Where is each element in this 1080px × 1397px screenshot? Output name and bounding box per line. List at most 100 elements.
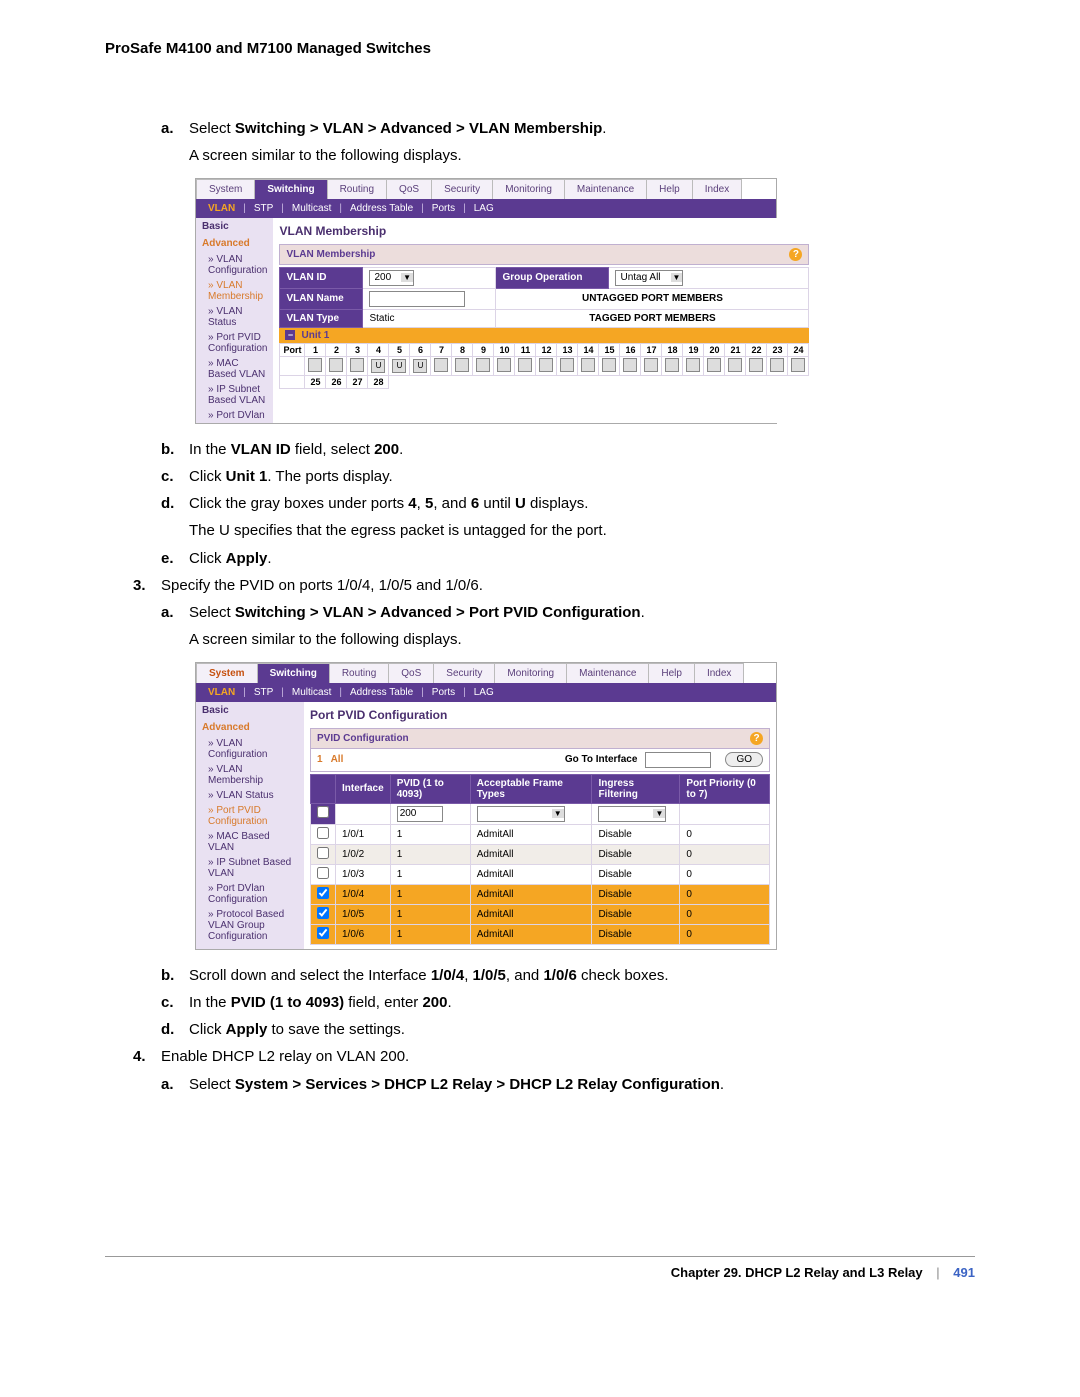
go-button[interactable]: GO	[725, 752, 763, 767]
tab-help[interactable]: Help	[648, 663, 695, 683]
subnav-lag[interactable]: LAG	[474, 203, 494, 214]
port-box-2[interactable]	[329, 358, 343, 372]
subnav-lag[interactable]: LAG	[474, 687, 494, 698]
vlan-id-select[interactable]: 200▼	[369, 270, 414, 286]
sidebar-group-advanced[interactable]: Advanced	[196, 719, 304, 736]
tab-qos[interactable]: QoS	[388, 663, 434, 683]
sidebar-group-basic[interactable]: Basic	[196, 218, 273, 235]
sidebar-group-basic[interactable]: Basic	[196, 702, 304, 719]
subnav-address-table[interactable]: Address Table	[350, 203, 413, 214]
goto-interface-input[interactable]	[645, 752, 711, 768]
subnav-vlan[interactable]: VLAN	[208, 203, 235, 214]
pvid-input[interactable]	[397, 806, 443, 822]
port-box-20[interactable]	[707, 358, 721, 372]
row-checkbox[interactable]	[317, 927, 329, 939]
panel-title: VLAN Membership	[279, 224, 809, 238]
subnav-multicast[interactable]: Multicast	[292, 687, 331, 698]
row-checkbox[interactable]	[317, 887, 329, 899]
subnav-stp[interactable]: STP	[254, 687, 273, 698]
document-header: ProSafe M4100 and M7100 Managed Switches	[105, 40, 975, 57]
tagged-members-band[interactable]: TAGGED PORT MEMBERS	[496, 309, 809, 327]
filter-all[interactable]: All	[331, 754, 344, 765]
tab-qos[interactable]: QoS	[386, 179, 432, 199]
row-checkbox[interactable]	[317, 847, 329, 859]
tab-index[interactable]: Index	[692, 179, 742, 199]
port-box-3[interactable]	[350, 358, 364, 372]
port-box-12[interactable]	[539, 358, 553, 372]
port-box-24[interactable]	[791, 358, 805, 372]
port-box-19[interactable]	[686, 358, 700, 372]
tab-switching[interactable]: Switching	[254, 179, 327, 199]
subnav-stp[interactable]: STP	[254, 203, 273, 214]
sidebar-item-ip-subnet-based-vlan[interactable]: » IP Subnet Based VLAN	[196, 855, 304, 881]
row-checkbox[interactable]	[317, 867, 329, 879]
cell-pvid: 1	[390, 884, 470, 904]
help-icon[interactable]: ?	[750, 732, 763, 745]
tab-routing[interactable]: Routing	[327, 179, 387, 199]
sidebar-item-ip-subnet-based-vlan[interactable]: » IP Subnet Based VLAN	[196, 382, 273, 408]
sidebar-item-vlan-membership[interactable]: » VLAN Membership	[196, 762, 304, 788]
port-box-13[interactable]	[560, 358, 574, 372]
unit-label[interactable]: Unit 1	[301, 330, 329, 341]
sidebar-group-advanced[interactable]: Advanced	[196, 235, 273, 252]
port-box-17[interactable]	[644, 358, 658, 372]
sidebar-item-protocol-based-vlan-group-configuration[interactable]: » Protocol Based VLAN Group Configuratio…	[196, 907, 304, 944]
subnav-ports[interactable]: Ports	[432, 687, 455, 698]
port-box-22[interactable]	[749, 358, 763, 372]
sidebar-item-vlan-status[interactable]: » VLAN Status	[196, 788, 304, 803]
subnav-vlan[interactable]: VLAN	[208, 687, 235, 698]
tab-system[interactable]: System	[196, 663, 258, 683]
port-box-16[interactable]	[623, 358, 637, 372]
sidebar-item-vlan-membership[interactable]: » VLAN Membership	[196, 278, 273, 304]
tab-security[interactable]: Security	[433, 663, 495, 683]
tab-security[interactable]: Security	[431, 179, 493, 199]
port-box-6[interactable]: U	[413, 359, 427, 373]
unit-collapse-toggle[interactable]: −	[285, 330, 295, 340]
subnav-ports[interactable]: Ports	[432, 203, 455, 214]
port-box-21[interactable]	[728, 358, 742, 372]
sidebar-item-port-pvid-configuration[interactable]: » Port PVID Configuration	[196, 330, 273, 356]
port-box-23[interactable]	[770, 358, 784, 372]
port-box-10[interactable]	[497, 358, 511, 372]
port-box-1[interactable]	[308, 358, 322, 372]
tab-monitoring[interactable]: Monitoring	[492, 179, 565, 199]
frame-types-select[interactable]: ▼	[477, 806, 565, 822]
row-checkbox[interactable]	[317, 827, 329, 839]
tab-maintenance[interactable]: Maintenance	[566, 663, 649, 683]
untagged-members-band[interactable]: UNTAGGED PORT MEMBERS	[496, 288, 809, 309]
ingress-select[interactable]: ▼	[598, 806, 666, 822]
help-icon[interactable]: ?	[789, 248, 802, 261]
subnav-address-table[interactable]: Address Table	[350, 687, 413, 698]
sidebar-item-port-dvlan-configuration[interactable]: » Port DVlan Configuration	[196, 881, 304, 907]
subnav-multicast[interactable]: Multicast	[292, 203, 331, 214]
port-box-7[interactable]	[434, 358, 448, 372]
port-box-18[interactable]	[665, 358, 679, 372]
cell-ing: Disable	[592, 924, 680, 944]
tab-switching[interactable]: Switching	[257, 663, 330, 683]
sidebar-item-vlan-configuration[interactable]: » VLAN Configuration	[196, 736, 304, 762]
tab-monitoring[interactable]: Monitoring	[494, 663, 567, 683]
port-box-9[interactable]	[476, 358, 490, 372]
tab-system[interactable]: System	[196, 179, 255, 199]
filter-num[interactable]: 1	[317, 754, 323, 765]
vlan-name-input[interactable]	[369, 291, 465, 307]
sidebar-item-port-pvid-configuration[interactable]: » Port PVID Configuration	[196, 803, 304, 829]
port-box-11[interactable]	[518, 358, 532, 372]
port-box-15[interactable]	[602, 358, 616, 372]
select-all-checkbox[interactable]	[317, 806, 329, 818]
sidebar-item-mac-based-vlan[interactable]: » MAC Based VLAN	[196, 356, 273, 382]
sidebar-item-vlan-status[interactable]: » VLAN Status	[196, 304, 273, 330]
tab-maintenance[interactable]: Maintenance	[564, 179, 647, 199]
tab-help[interactable]: Help	[646, 179, 693, 199]
tab-routing[interactable]: Routing	[329, 663, 389, 683]
row-checkbox[interactable]	[317, 907, 329, 919]
tab-index[interactable]: Index	[694, 663, 744, 683]
port-box-14[interactable]	[581, 358, 595, 372]
port-box-4[interactable]: U	[371, 359, 385, 373]
port-box-8[interactable]	[455, 358, 469, 372]
group-operation-select[interactable]: Untag All▼	[615, 270, 683, 286]
sidebar-item-port-dvlan[interactable]: » Port DVlan	[196, 408, 273, 423]
sidebar-item-vlan-configuration[interactable]: » VLAN Configuration	[196, 252, 273, 278]
sidebar-item-mac-based-vlan[interactable]: » MAC Based VLAN	[196, 829, 304, 855]
port-box-5[interactable]: U	[392, 359, 406, 373]
